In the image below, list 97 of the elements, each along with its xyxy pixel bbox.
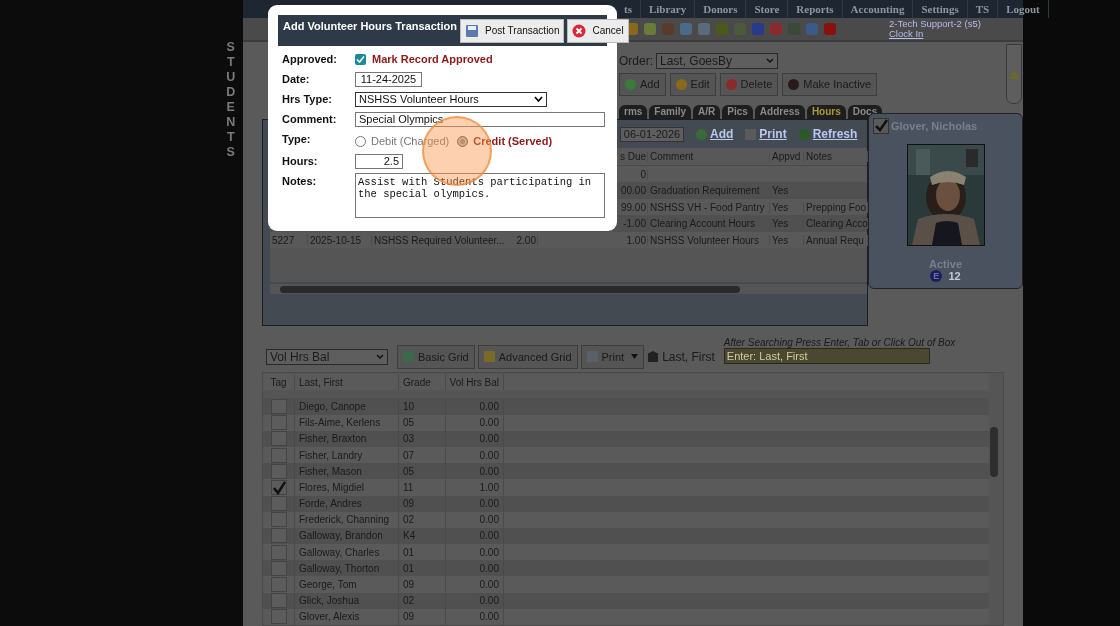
table-cell: 2.00 — [516, 234, 536, 246]
field-label: Hrs Type: — [281, 92, 333, 107]
tag-checkbox[interactable] — [270, 431, 287, 447]
search-hint: After Searching Press Enter, Tab or Click Out of Box — [723, 336, 956, 348]
tag-checkbox[interactable] — [270, 415, 287, 431]
add-link[interactable]: Add — [696, 127, 734, 142]
cancel-button[interactable]: Cancel — [567, 18, 629, 43]
field-label: Date: — [281, 72, 311, 87]
table-cell: NSHSS Required Volunteer... — [374, 234, 505, 246]
table-cell: Glover, Alexis — [299, 611, 360, 623]
column-header: Notes — [806, 151, 833, 163]
grade-label: 12 — [948, 270, 961, 283]
tab[interactable]: Hours — [806, 105, 846, 120]
tag-checkbox[interactable] — [270, 447, 287, 463]
table-cell: Fils-Aime, Kerlens — [299, 417, 381, 429]
section-label: STUDENTS — [225, 40, 237, 161]
table-cell: 01 — [403, 546, 415, 558]
notes-field[interactable]: Assist with Students participating in the special olympics. — [355, 173, 605, 218]
post-button[interactable]: Post Transaction — [460, 18, 565, 43]
tag-checkbox[interactable] — [270, 512, 287, 528]
print-link[interactable]: Print — [745, 127, 787, 142]
warning-icon — [1008, 67, 1020, 80]
column-header: Tag — [270, 376, 287, 388]
caret-icon — [766, 58, 774, 64]
grade-badge: E — [930, 270, 943, 283]
table-cell: Yes — [772, 234, 789, 246]
tab[interactable]: Pics — [722, 105, 753, 120]
table-cell: 1.00 — [626, 234, 646, 246]
column-header: Last, First — [299, 376, 343, 388]
tag-checkbox[interactable] — [270, 609, 287, 625]
table-cell: Annual Requ — [806, 234, 864, 246]
order-label: Order: — [619, 53, 653, 68]
building-icon — [647, 351, 660, 362]
tag-checkbox[interactable] — [270, 593, 287, 609]
refresh-link[interactable]: Refresh — [798, 127, 858, 142]
table-cell: Flores, Migdiel — [299, 481, 365, 493]
search-field[interactable]: Enter: Last, First — [723, 347, 930, 364]
table-cell: NSHSS VH - Food Pantry — [650, 201, 765, 213]
tab[interactable]: rms — [619, 105, 648, 120]
tab[interactable]: Family — [649, 105, 692, 120]
sort-label: Last, First — [662, 349, 715, 364]
date-field[interactable]: 06-01-2026 — [620, 126, 684, 142]
table-cell: 2025-10-15 — [310, 234, 362, 246]
field-label: Hours: — [281, 154, 319, 169]
tag-checkbox[interactable] — [270, 528, 287, 544]
caret-icon — [376, 354, 384, 359]
table-cell: Prepping Foo — [806, 201, 867, 213]
view-select[interactable]: Vol Hrs Bal — [266, 348, 388, 365]
checkbox[interactable] — [873, 118, 889, 135]
field-label: Comment: — [281, 112, 338, 127]
caret-icon — [534, 96, 543, 102]
save-icon — [465, 23, 479, 38]
tag-checkbox[interactable] — [270, 398, 287, 414]
tag-checkbox[interactable] — [270, 560, 287, 576]
table-cell: 02 — [403, 514, 415, 526]
tab[interactable]: A/R — [693, 105, 721, 120]
horizontal-scrollbar[interactable] — [270, 284, 867, 295]
tag-checkbox[interactable] — [270, 479, 287, 495]
table-cell: 11 — [403, 481, 414, 493]
field-label: Approved: — [281, 52, 338, 67]
tag-checkbox[interactable] — [270, 496, 287, 512]
caret-icon — [631, 354, 639, 359]
close-icon — [572, 23, 587, 38]
hours-field[interactable]: 2.5 — [355, 153, 403, 169]
radio-label: Credit (Served) — [473, 135, 553, 147]
table-cell: 99.00 — [620, 201, 646, 213]
table-cell: George, Tom — [299, 579, 357, 591]
tag-checkbox[interactable] — [270, 577, 287, 593]
column-header: Vol Hrs Bal — [449, 376, 499, 388]
date-field[interactable]: 11-24-2025 — [355, 71, 422, 87]
field-label: Type: — [281, 132, 312, 147]
column-header: Comment — [650, 151, 694, 163]
checkbox-label: Mark Record Approved — [372, 53, 493, 65]
user-name: 2-Tech Support-2 (s5) — [889, 18, 981, 29]
clock-in-link[interactable]: Clock In — [889, 28, 981, 39]
table-cell: 1.00 — [479, 481, 499, 493]
tag-checkbox[interactable] — [270, 544, 287, 560]
table-cell: Fisher, Landry — [299, 449, 363, 461]
side-panel-handle[interactable] — [1006, 43, 1022, 104]
column-header: Appvd — [772, 151, 801, 163]
comment-field[interactable]: Special Olympics — [355, 111, 605, 127]
table-cell: Frederick, Channing — [299, 514, 390, 526]
tag-checkbox[interactable] — [270, 463, 287, 479]
table-cell: 5227 — [272, 234, 295, 246]
table-cell: NSHSS Volunteer Hours — [650, 234, 759, 246]
field-label: Notes: — [281, 174, 318, 189]
approved-checkbox[interactable] — [355, 53, 366, 65]
order-select[interactable]: Last, GoesBy — [656, 52, 778, 69]
hours-type-select[interactable]: NSHSS Volunteer Hours — [355, 91, 547, 107]
table-cell: 05 — [403, 417, 415, 429]
radio-button[interactable] — [355, 135, 366, 147]
column-header: Grade — [403, 376, 431, 388]
table-cell: Galloway, Charles — [299, 546, 380, 558]
radio-button[interactable] — [457, 135, 469, 147]
tab[interactable]: Address — [754, 105, 805, 120]
dialog-title: Add Volunteer Hours Transaction — [283, 19, 457, 32]
table-cell: Yes — [772, 201, 789, 213]
